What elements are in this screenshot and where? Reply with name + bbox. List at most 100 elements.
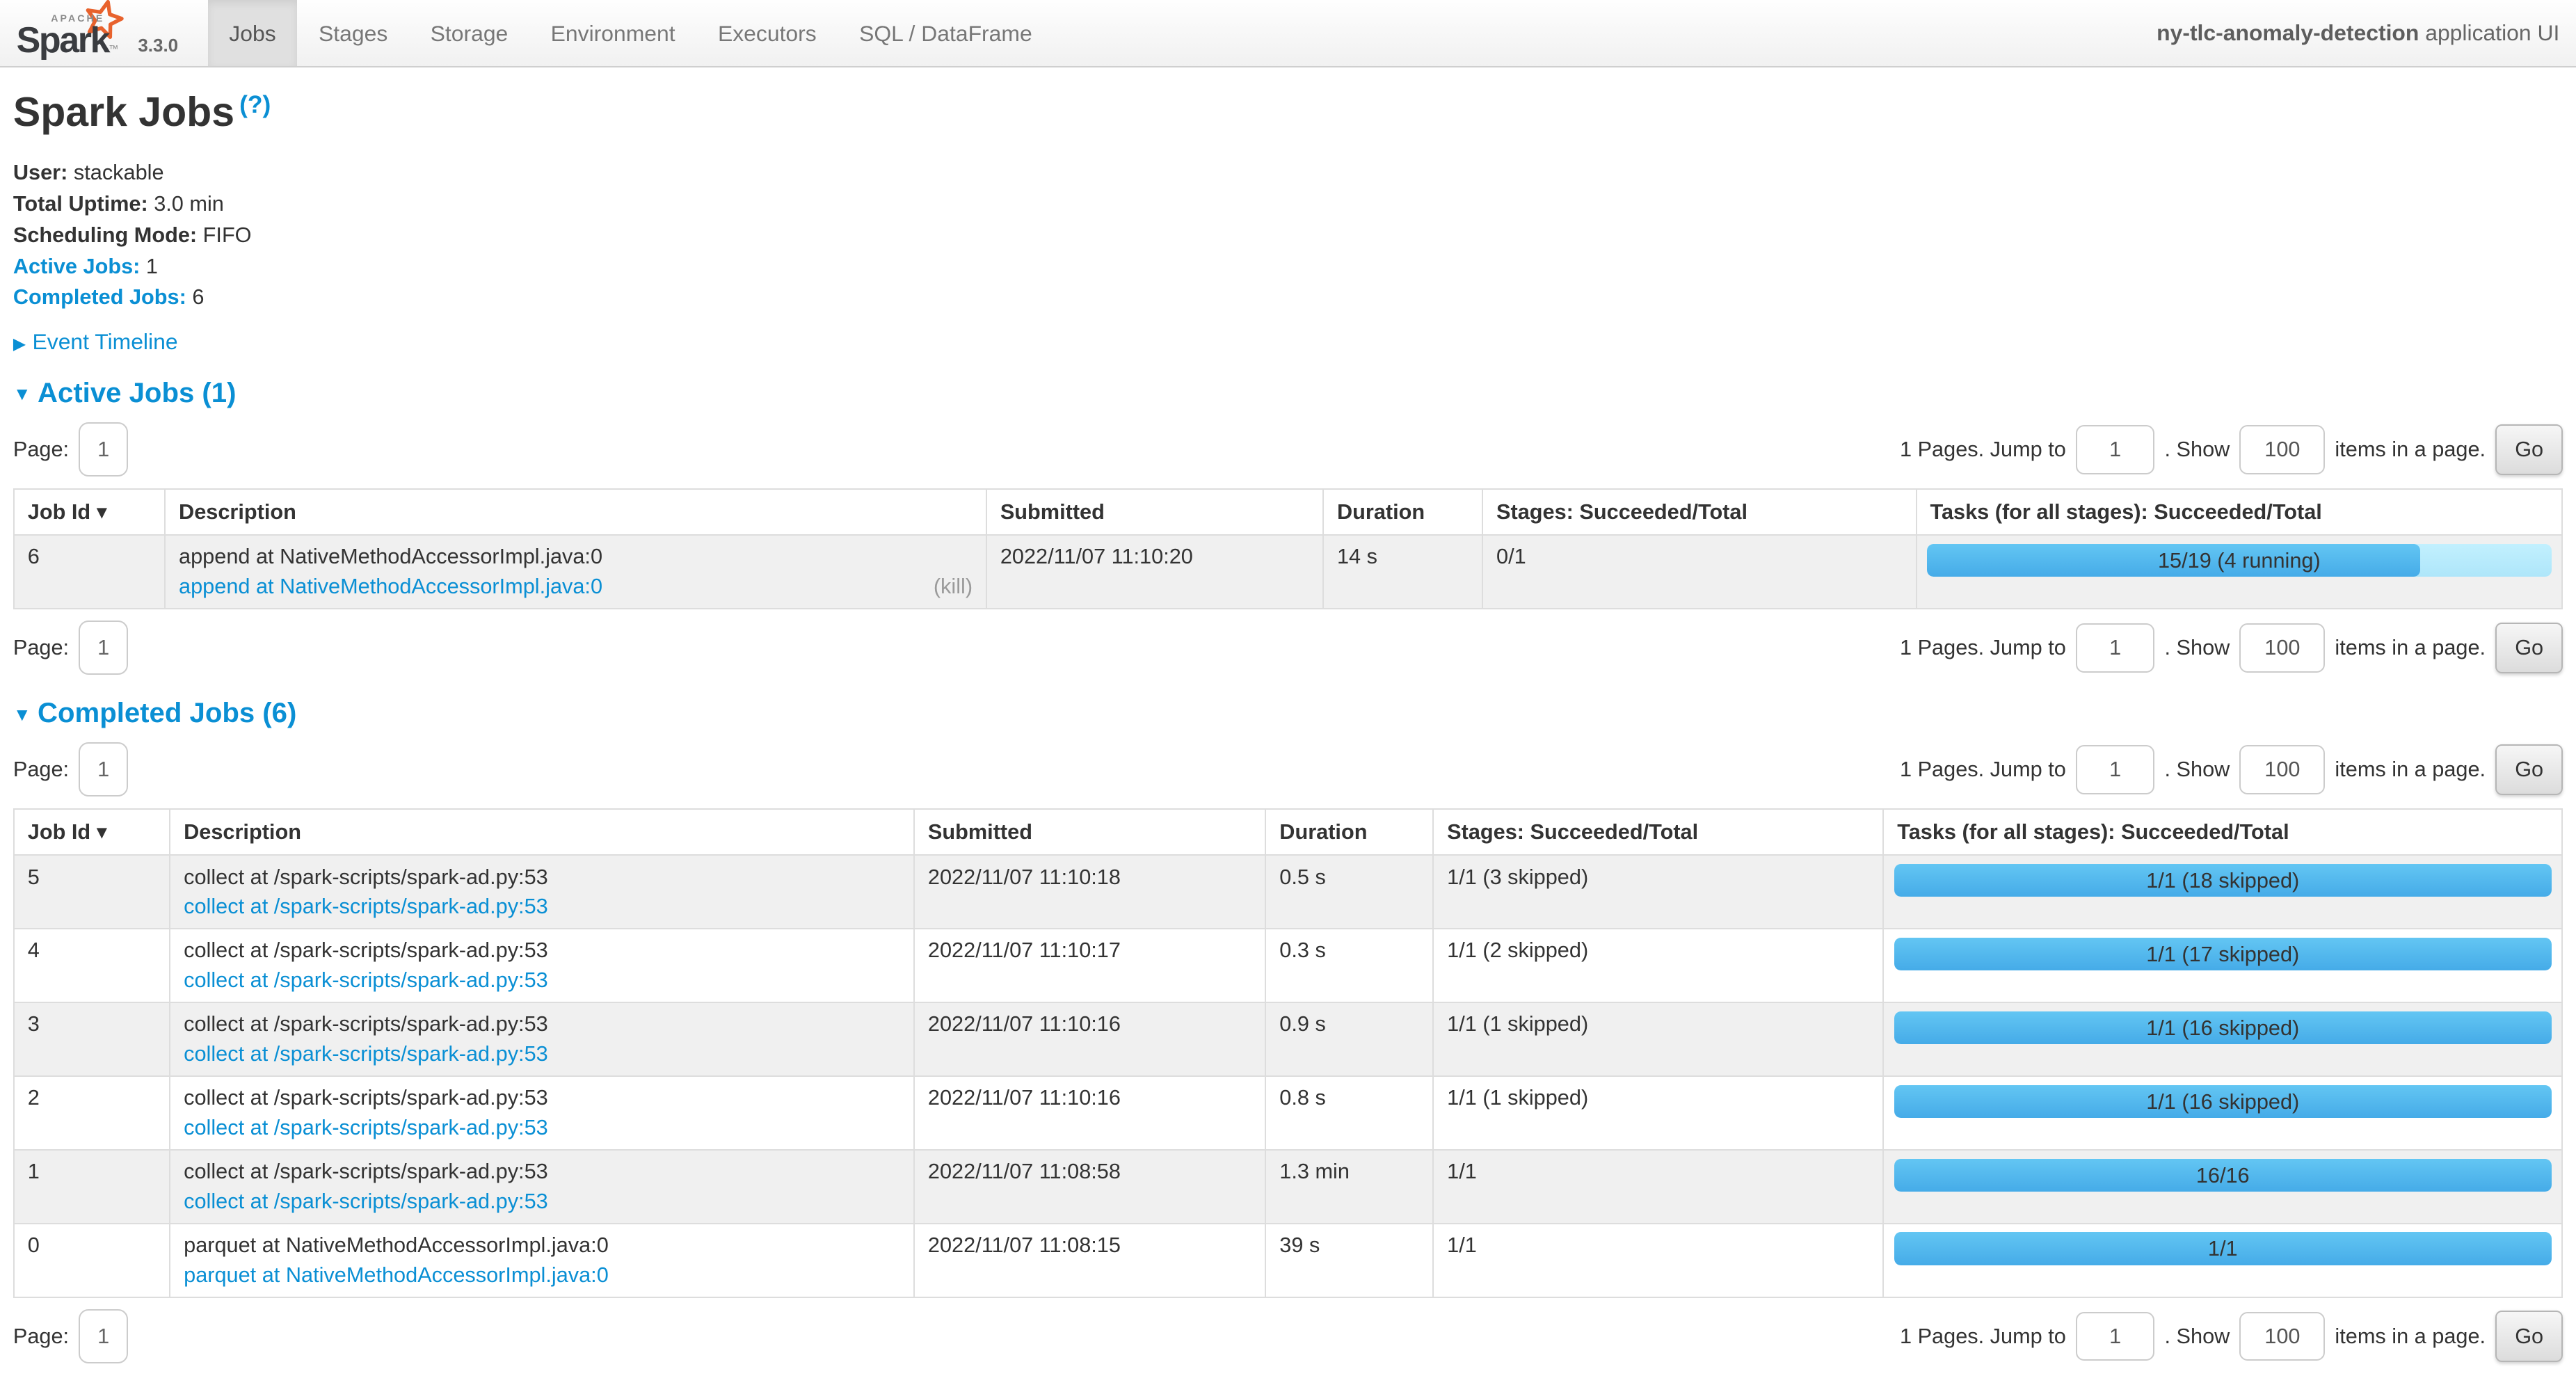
go-button[interactable]: Go [2495,623,2563,673]
page-number-input[interactable] [79,1309,128,1363]
tasks-progress-bar: 1/1 [1894,1232,2552,1265]
completed-jobs-section-header[interactable]: ▼Completed Jobs (6) [13,696,2563,731]
job-duration-cell: 1.3 min [1265,1150,1433,1224]
job-submitted-cell: 2022/11/07 11:10:17 [914,929,1265,1002]
show-text: . Show [2164,1324,2230,1349]
progress-label: 1/1 (16 skipped) [1894,1085,2552,1118]
table-header-row: Job Id ▾ Description Submitted Duration … [14,489,2562,535]
expanded-arrow-icon: ▼ [13,704,31,725]
progress-label: 1/1 (16 skipped) [1894,1011,2552,1044]
job-submitted-cell: 2022/11/07 11:08:15 [914,1224,1265,1297]
job-description: collect at /spark-scripts/spark-ad.py:53 [184,863,900,892]
go-button[interactable]: Go [2495,424,2563,475]
job-stages-cell: 1/1 (1 skipped) [1433,1076,1883,1150]
job-stages-cell: 1/1 (1 skipped) [1433,1002,1883,1076]
completed-job-row: 0 parquet at NativeMethodAccessorImpl.ja… [14,1224,2562,1297]
column-header-job-id[interactable]: Job Id ▾ [14,489,165,535]
job-description: collect at /spark-scripts/spark-ad.py:53 [184,1157,900,1187]
tab-environment[interactable]: Environment [529,0,696,66]
job-description-cell: collect at /spark-scripts/spark-ad.py:53… [170,1076,914,1150]
tasks-progress-bar: 1/1 (16 skipped) [1894,1011,2552,1044]
tab-sql-dataframe[interactable]: SQL / DataFrame [838,0,1053,66]
summary-info-list: User: stackable Total Uptime: 3.0 min Sc… [13,160,2563,310]
column-header-stages[interactable]: Stages: Succeeded/Total [1482,489,1916,535]
page-label: Page: [13,437,69,462]
main-content: Spark Jobs(?) User: stackable Total Upti… [0,89,2576,1385]
tab-jobs[interactable]: Jobs [208,0,298,66]
help-link[interactable]: (?) [239,90,271,118]
user-info: User: stackable [13,160,2563,184]
job-tasks-cell: 1/1 (16 skipped) [1883,1002,2562,1076]
job-duration-cell: 14 s [1323,535,1482,609]
tasks-progress-bar: 1/1 (18 skipped) [1894,864,2552,897]
show-text: . Show [2164,437,2230,462]
page-number-input[interactable] [79,422,128,477]
tasks-progress-bar: 16/16 [1894,1159,2552,1192]
job-duration-cell: 0.3 s [1265,929,1433,1002]
job-tasks-cell: 1/1 [1883,1224,2562,1297]
active-jobs-section-header[interactable]: ▼Active Jobs (1) [13,376,2563,411]
tab-executors[interactable]: Executors [696,0,838,66]
tasks-progress-bar: 1/1 (16 skipped) [1894,1085,2552,1118]
jump-to-input[interactable] [2076,745,2154,794]
job-description-link[interactable]: append at NativeMethodAccessorImpl.java:… [179,572,602,602]
tab-stages[interactable]: Stages [297,0,409,66]
pagination-completed-top: Page: 1 Pages. Jump to . Show items in a… [13,742,2563,796]
page-title: Spark Jobs(?) [13,89,2563,141]
job-duration-cell: 0.8 s [1265,1076,1433,1150]
application-ui-suffix: application UI [2419,20,2559,45]
page-number-input[interactable] [79,742,128,796]
job-description-link[interactable]: parquet at NativeMethodAccessorImpl.java… [184,1263,609,1287]
event-timeline-toggle[interactable]: ▶Event Timeline [13,329,2563,355]
application-title: ny-tlc-anomaly-detection application UI [2157,20,2576,46]
job-description-link[interactable]: collect at /spark-scripts/spark-ad.py:53 [184,1041,548,1066]
active-job-row: 6 append at NativeMethodAccessorImpl.jav… [14,535,2562,609]
column-header-tasks[interactable]: Tasks (for all stages): Succeeded/Total [1883,809,2562,855]
show-items-input[interactable] [2239,745,2325,794]
spark-version-label: 3.3.0 [138,35,178,56]
column-header-duration[interactable]: Duration [1265,809,1433,855]
column-header-duration[interactable]: Duration [1323,489,1482,535]
show-items-input[interactable] [2239,1312,2325,1361]
jump-to-input[interactable] [2076,425,2154,474]
column-header-description[interactable]: Description [165,489,986,535]
page-label: Page: [13,757,69,782]
job-id-cell: 5 [14,855,170,929]
page-label: Page: [13,635,69,660]
trademark-symbol: ™ [109,44,117,55]
job-stages-cell: 1/1 (3 skipped) [1433,855,1883,929]
job-duration-cell: 0.9 s [1265,1002,1433,1076]
pages-text: 1 Pages. Jump to [1900,1324,2066,1349]
job-description-link[interactable]: collect at /spark-scripts/spark-ad.py:53 [184,1189,548,1213]
column-header-submitted[interactable]: Submitted [914,809,1265,855]
column-header-stages[interactable]: Stages: Succeeded/Total [1433,809,1883,855]
progress-label: 15/19 (4 running) [1927,544,2552,577]
column-header-description[interactable]: Description [170,809,914,855]
job-description: collect at /spark-scripts/spark-ad.py:53 [184,1009,900,1039]
job-description-link[interactable]: collect at /spark-scripts/spark-ad.py:53 [184,1115,548,1139]
page-number-input[interactable] [79,621,128,675]
job-description: collect at /spark-scripts/spark-ad.py:53 [184,1083,900,1113]
kill-link[interactable]: (kill) [934,572,973,602]
pagination-completed-bottom: Page: 1 Pages. Jump to . Show items in a… [13,1309,2563,1363]
job-stages-cell: 1/1 (2 skipped) [1433,929,1883,1002]
job-id-cell: 2 [14,1076,170,1150]
go-button[interactable]: Go [2495,744,2563,795]
progress-label: 1/1 (18 skipped) [1894,864,2552,897]
job-description-cell: collect at /spark-scripts/spark-ad.py:53… [170,929,914,1002]
job-submitted-cell: 2022/11/07 11:10:16 [914,1002,1265,1076]
job-description-cell: parquet at NativeMethodAccessorImpl.java… [170,1224,914,1297]
show-items-input[interactable] [2239,425,2325,474]
completed-jobs-link[interactable]: Completed Jobs: 6 [13,285,2563,309]
job-description-link[interactable]: collect at /spark-scripts/spark-ad.py:53 [184,968,548,992]
job-description-link[interactable]: collect at /spark-scripts/spark-ad.py:53 [184,894,548,918]
jump-to-input[interactable] [2076,623,2154,673]
jump-to-input[interactable] [2076,1312,2154,1361]
column-header-job-id[interactable]: Job Id ▾ [14,809,170,855]
tab-storage[interactable]: Storage [409,0,529,66]
column-header-submitted[interactable]: Submitted [986,489,1323,535]
show-items-input[interactable] [2239,623,2325,673]
go-button[interactable]: Go [2495,1311,2563,1361]
column-header-tasks[interactable]: Tasks (for all stages): Succeeded/Total [1917,489,2563,535]
active-jobs-link[interactable]: Active Jobs: 1 [13,254,2563,278]
